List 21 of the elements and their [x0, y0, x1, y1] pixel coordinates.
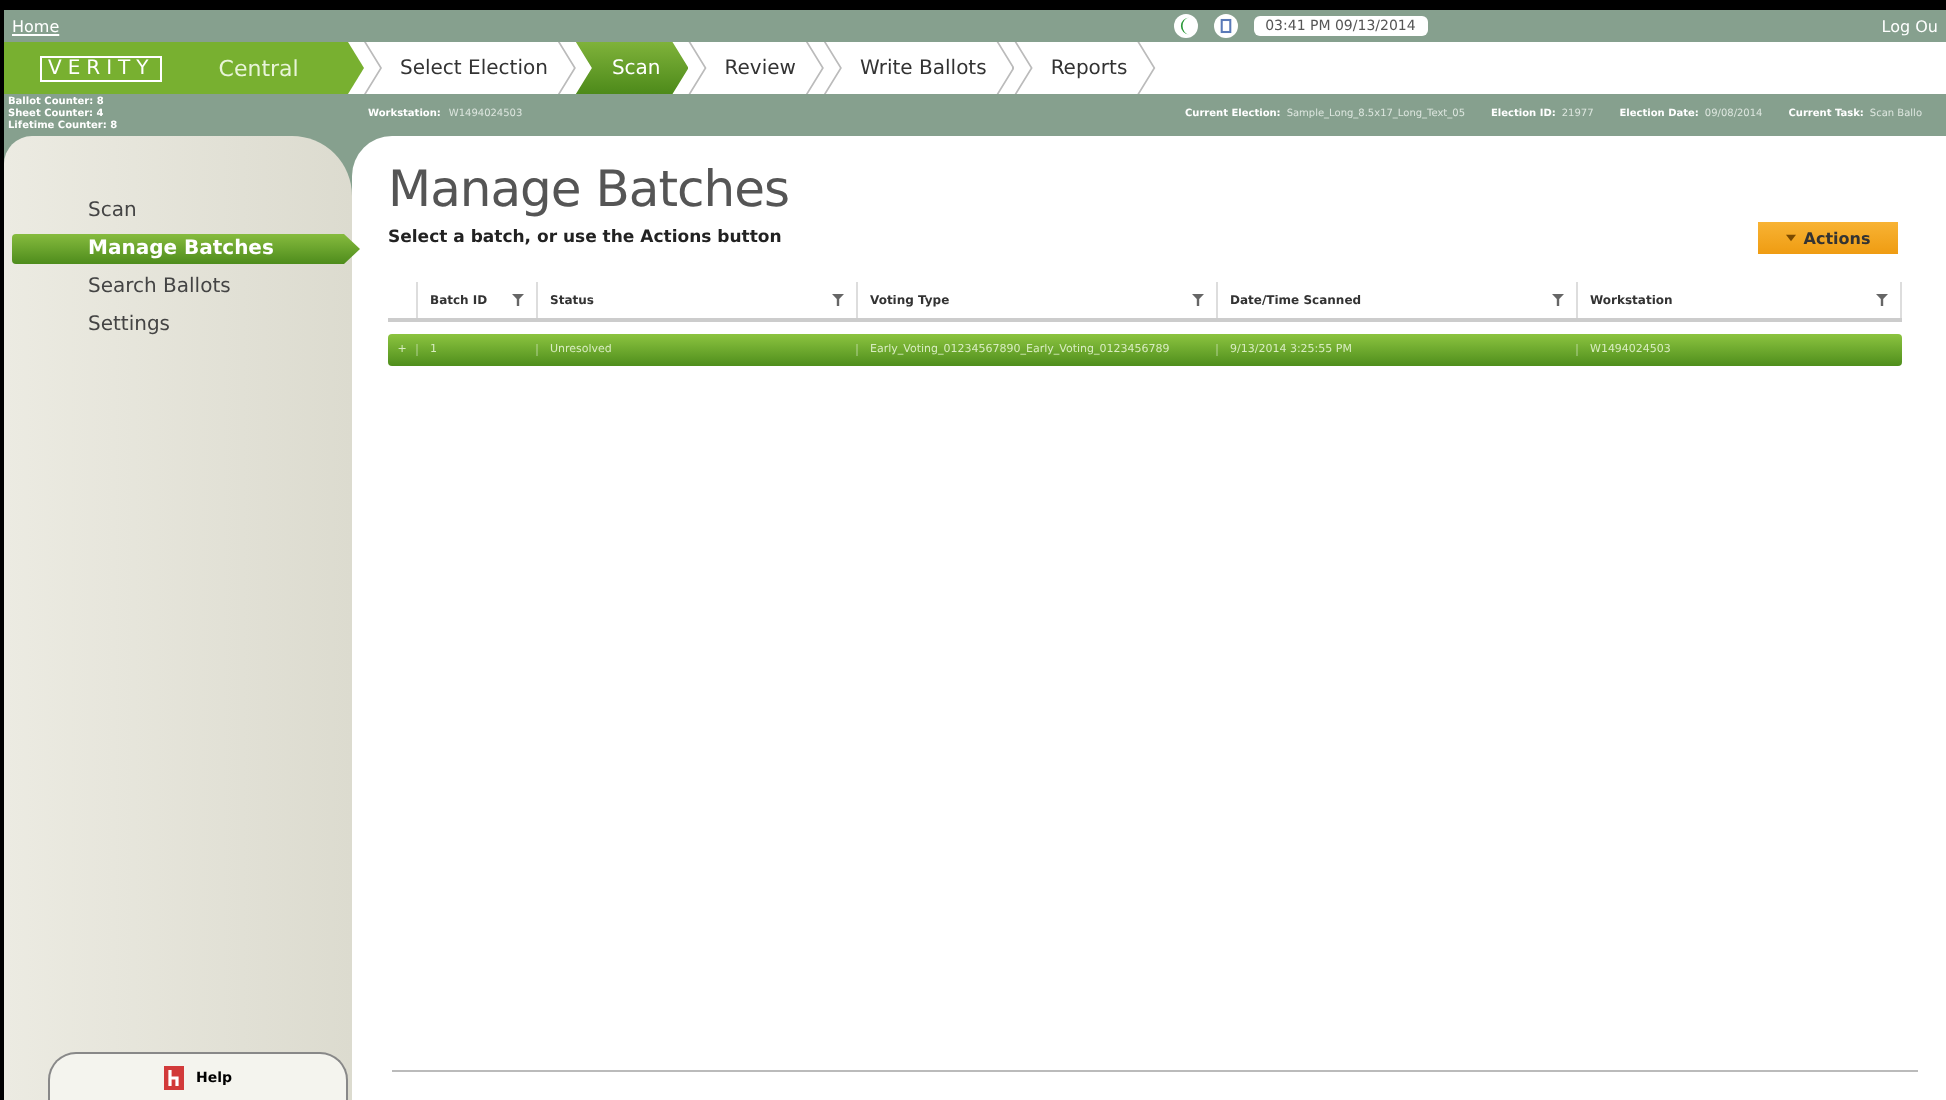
- filter-icon[interactable]: [512, 294, 524, 306]
- filter-icon[interactable]: [1552, 294, 1564, 306]
- page-title: Manage Batches: [388, 160, 792, 218]
- logo: VERITY: [40, 55, 163, 81]
- sidebar-item[interactable]: Search Ballots: [12, 272, 352, 302]
- help-icon: [163, 1065, 184, 1089]
- document-icon[interactable]: [1213, 14, 1238, 38]
- sidebar-item[interactable]: Settings: [12, 310, 352, 340]
- step-tab[interactable]: Select Election: [364, 42, 576, 94]
- caret-icon: [1785, 234, 1796, 242]
- actions-button[interactable]: Actions: [1758, 222, 1898, 254]
- page-subtitle: Select a batch, or use the Actions button: [388, 228, 782, 248]
- step-tab[interactable]: Review: [688, 42, 824, 94]
- back-icon[interactable]: [1173, 14, 1198, 38]
- filter-icon[interactable]: [1876, 294, 1888, 306]
- step-tab[interactable]: Reports: [1014, 42, 1156, 94]
- filter-icon[interactable]: [832, 294, 844, 306]
- product-name: Central: [218, 55, 299, 81]
- sidebar-item[interactable]: Scan: [12, 196, 352, 226]
- step-tab[interactable]: Write Ballots: [823, 42, 1015, 94]
- filter-icon[interactable]: [1192, 294, 1204, 306]
